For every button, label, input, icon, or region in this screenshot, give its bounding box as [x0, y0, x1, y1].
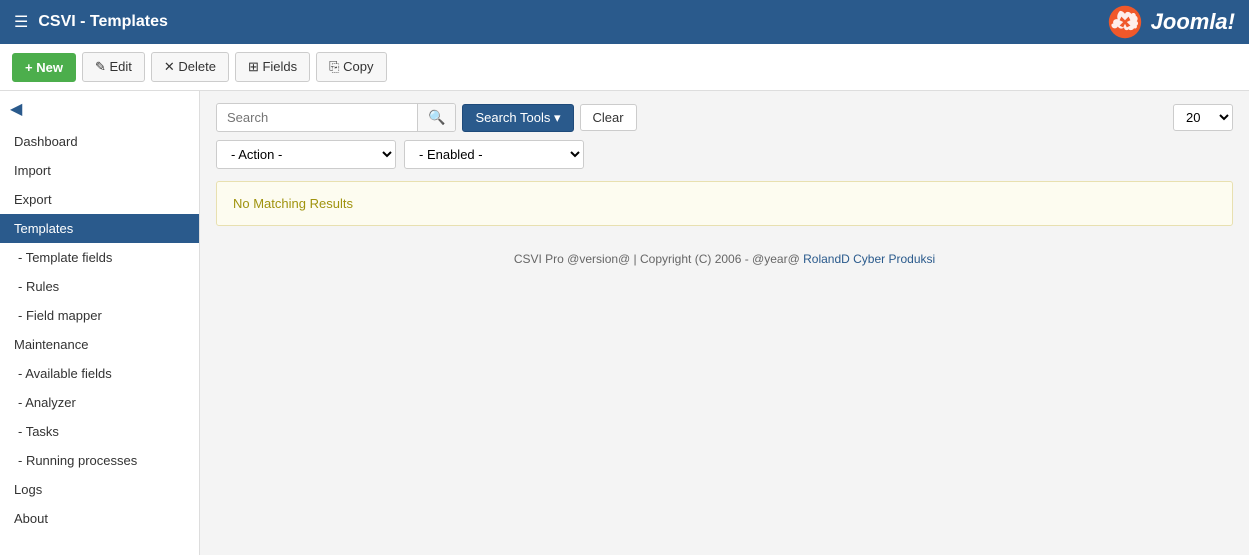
toolbar: + New ✎ Edit ✕ Delete ⊞ Fields ⎘ Copy [0, 44, 1249, 91]
sidebar: ◀ DashboardImportExportTemplates- Templa… [0, 91, 200, 555]
footer-link[interactable]: RolandD Cyber Produksi [803, 252, 935, 266]
sidebar-item-dashboard[interactable]: Dashboard [0, 127, 199, 156]
footer-pre: CSVI Pro @version@ | Copyright (C) 2006 … [514, 252, 800, 266]
sidebar-item-logs[interactable]: Logs [0, 475, 199, 504]
sidebar-item-running-processes[interactable]: - Running processes [0, 446, 199, 475]
fields-button[interactable]: ⊞ Fields [235, 52, 310, 82]
sidebar-item-tasks[interactable]: - Tasks [0, 417, 199, 446]
content-area: 🔍 Search Tools ▾ Clear 5101520253050100A… [200, 91, 1249, 555]
filter-row: - Action - - Enabled - [216, 140, 1233, 169]
sidebar-item-analyzer[interactable]: - Analyzer [0, 388, 199, 417]
search-bar: 🔍 Search Tools ▾ Clear 5101520253050100A… [216, 103, 1233, 132]
main-layout: ◀ DashboardImportExportTemplates- Templa… [0, 91, 1249, 555]
joomla-text: Joomla! [1151, 9, 1235, 35]
per-page-select[interactable]: 5101520253050100All [1173, 104, 1233, 131]
search-tools-button[interactable]: Search Tools ▾ [462, 104, 573, 132]
copy-button[interactable]: ⎘ Copy [316, 52, 386, 82]
search-input-wrap: 🔍 [216, 103, 456, 132]
sidebar-item-maintenance[interactable]: Maintenance [0, 330, 199, 359]
sidebar-item-field-mapper[interactable]: - Field mapper [0, 301, 199, 330]
enabled-filter[interactable]: - Enabled - [404, 140, 584, 169]
top-bar: ☰ CSVI - Templates Joomla! [0, 0, 1249, 44]
sidebar-item-export[interactable]: Export [0, 185, 199, 214]
sidebar-item-rules[interactable]: - Rules [0, 272, 199, 301]
action-filter[interactable]: - Action - [216, 140, 396, 169]
sidebar-item-import[interactable]: Import [0, 156, 199, 185]
new-button[interactable]: + New [12, 53, 76, 82]
per-page-wrap: 5101520253050100All [1173, 104, 1233, 131]
sidebar-item-template-fields[interactable]: - Template fields [0, 243, 199, 272]
edit-button[interactable]: ✎ Edit [82, 52, 145, 82]
delete-button[interactable]: ✕ Delete [151, 52, 229, 82]
no-results-message: No Matching Results [216, 181, 1233, 226]
search-input[interactable] [217, 105, 417, 130]
search-submit-button[interactable]: 🔍 [417, 104, 455, 131]
page-title: CSVI - Templates [38, 13, 1106, 31]
footer: CSVI Pro @version@ | Copyright (C) 2006 … [216, 242, 1233, 276]
sidebar-toggle[interactable]: ◀ [0, 91, 199, 127]
sidebar-item-templates[interactable]: Templates [0, 214, 199, 243]
joomla-icon [1107, 4, 1143, 40]
menu-icon[interactable]: ☰ [14, 12, 28, 32]
sidebar-item-about[interactable]: About [0, 504, 199, 533]
clear-button[interactable]: Clear [580, 104, 637, 131]
sidebar-item-available-fields[interactable]: - Available fields [0, 359, 199, 388]
joomla-logo: Joomla! [1107, 4, 1235, 40]
